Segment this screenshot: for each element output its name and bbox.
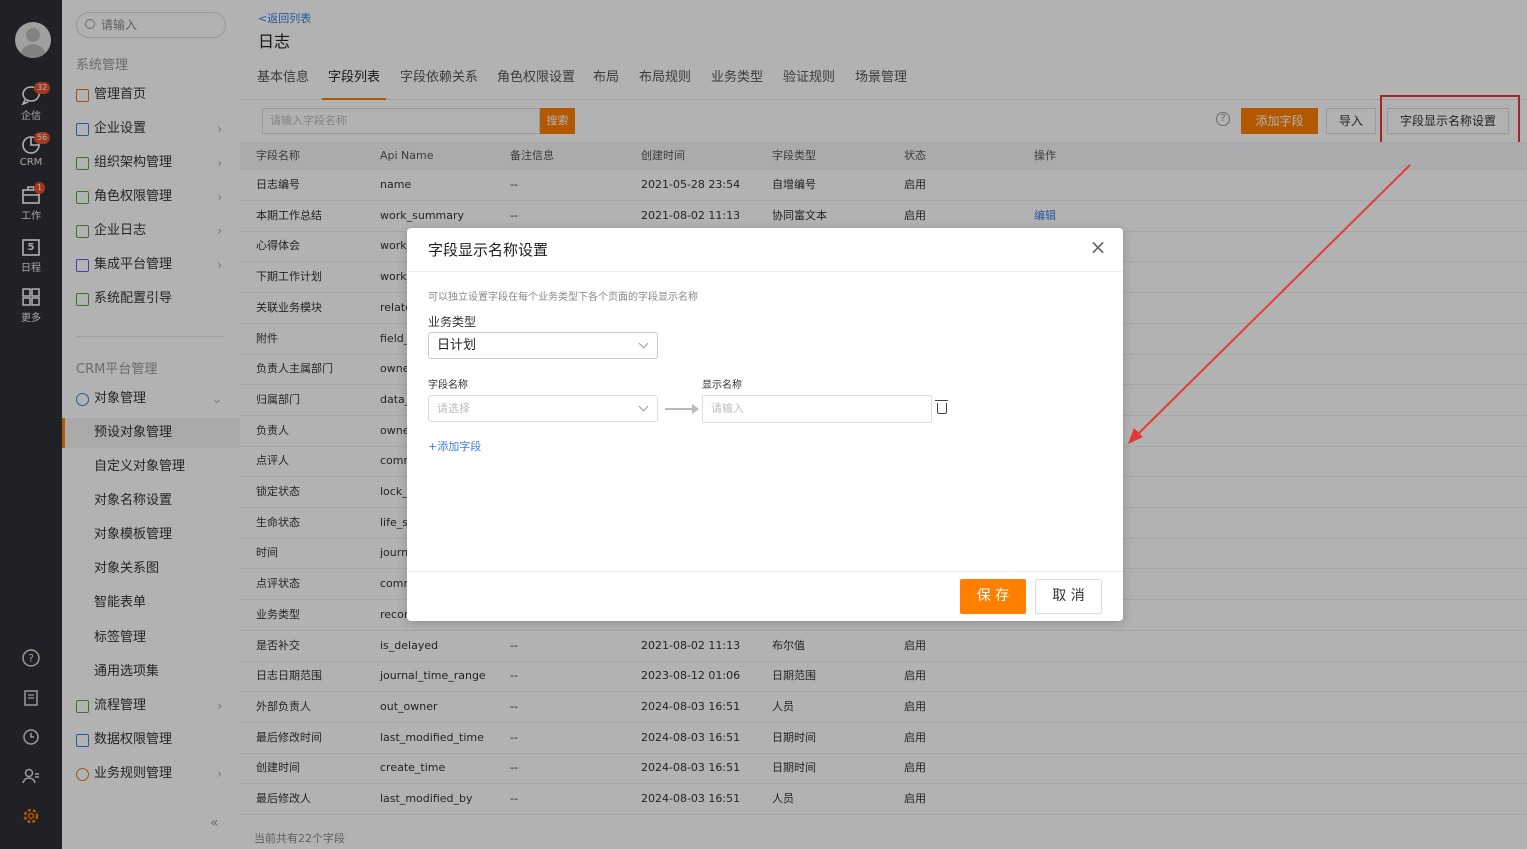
dialog-title: 字段显示名称设置	[428, 241, 549, 259]
close-icon[interactable]: ×	[1087, 236, 1109, 258]
dialog-footer	[407, 571, 1123, 572]
arrow-right-icon	[665, 404, 699, 414]
field-display-name-dialog: 字段显示名称设置 × 可以独立设置字段在每个业务类型下各个页面的字段显示名称 业…	[407, 228, 1123, 621]
field-name-select[interactable]: 请选择	[428, 395, 658, 422]
display-name-input[interactable]: 请输入	[702, 395, 932, 423]
biz-type-label: 业务类型	[428, 315, 477, 329]
trash-icon[interactable]	[935, 400, 948, 414]
biz-type-value: 日计划	[437, 338, 477, 353]
biz-type-select[interactable]: 日计划	[428, 332, 658, 359]
chevron-down-icon	[638, 338, 649, 349]
chevron-down-icon	[638, 401, 649, 412]
save-button[interactable]: 保 存	[960, 579, 1026, 614]
dialog-hint: 可以独立设置字段在每个业务类型下各个页面的字段显示名称	[428, 292, 698, 303]
display-name-label: 显示名称	[702, 380, 742, 391]
field-select-placeholder: 请选择	[437, 402, 470, 415]
dialog-header: 字段显示名称设置 ×	[407, 228, 1123, 272]
add-field-link[interactable]: +添加字段	[428, 438, 481, 454]
field-name-label: 字段名称	[428, 380, 468, 391]
cancel-button[interactable]: 取 消	[1035, 579, 1102, 614]
